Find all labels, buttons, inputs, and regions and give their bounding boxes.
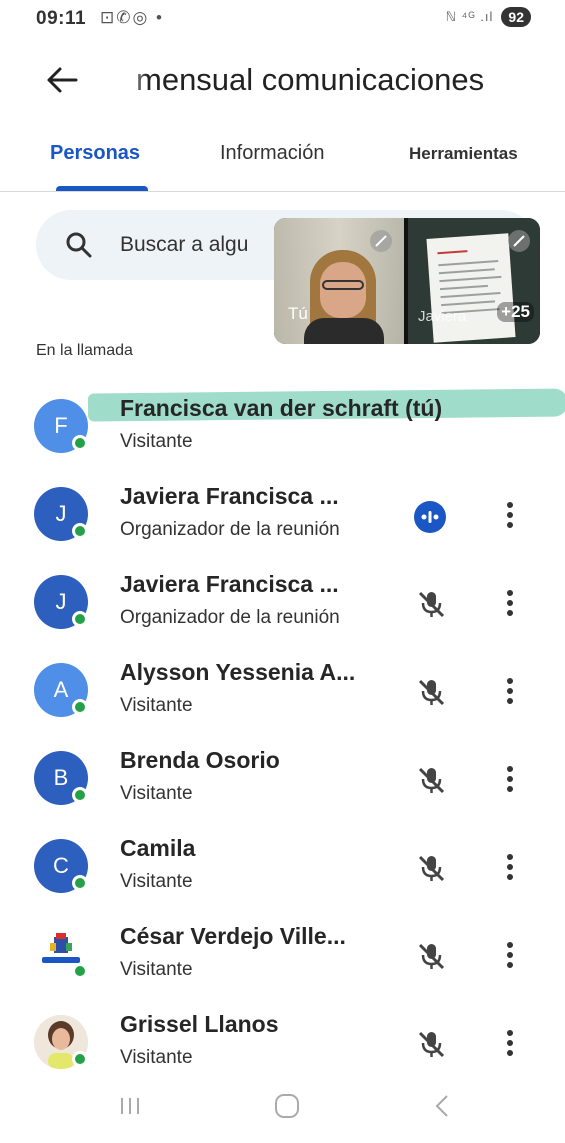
- tab-personas[interactable]: Personas: [50, 142, 140, 165]
- participant-name: Grissel Llanos: [120, 1011, 279, 1037]
- online-status-dot: [72, 435, 88, 451]
- battery-icon: 92: [501, 7, 531, 27]
- muted-mic-icon: [414, 587, 448, 621]
- system-nav-bar: [0, 1076, 565, 1143]
- app-header: mensual comunicaciones: [0, 50, 565, 110]
- active-tab-indicator: [56, 186, 148, 191]
- participant-role: Visitante: [120, 959, 193, 980]
- participant-shirt: [304, 318, 384, 344]
- speaking-indicator-icon: [414, 501, 446, 533]
- self-tile-label: Tú: [288, 304, 308, 323]
- back-arrow-icon[interactable]: [40, 60, 84, 100]
- more-participants-count: +25: [497, 302, 534, 322]
- participant-row[interactable]: J Javiera Francisca ... Organizador de l…: [0, 473, 565, 561]
- participant-role: Visitante: [120, 1047, 193, 1068]
- search-icon: [64, 230, 94, 260]
- more-options-icon[interactable]: [498, 495, 522, 535]
- more-options-icon[interactable]: [498, 1023, 522, 1063]
- participant-name: Brenda Osorio: [120, 747, 280, 773]
- participant-name: Francisca van der schraft (tú): [120, 395, 443, 421]
- video-preview[interactable]: Tú Javiera +25: [274, 218, 540, 344]
- participant-role: Organizador de la reunión: [120, 607, 340, 628]
- more-options-icon[interactable]: [498, 759, 522, 799]
- online-status-dot: [72, 787, 88, 803]
- participant-name: Camila: [120, 835, 196, 861]
- more-options-icon[interactable]: [498, 671, 522, 711]
- participant-name: Javiera Francisca ...: [120, 571, 339, 597]
- self-video-tile[interactable]: Tú: [274, 218, 404, 344]
- more-options-icon[interactable]: [498, 935, 522, 975]
- participant-role: Visitante: [120, 695, 193, 716]
- participant-role: Visitante: [120, 431, 193, 452]
- status-right: ℕ ⁴ᴳ .ıl 92: [446, 7, 531, 27]
- online-status-dot: [72, 523, 88, 539]
- participant-role: Visitante: [120, 871, 193, 892]
- status-bar: 09:11 ⊡✆◎ • ℕ ⁴ᴳ .ıl 92: [0, 0, 565, 36]
- meeting-title: mensual comunicaciones: [136, 62, 485, 97]
- participant-name: César Verdejo Ville...: [120, 923, 346, 949]
- search-input[interactable]: [120, 228, 280, 262]
- notification-icons: ⊡✆◎ •: [100, 8, 164, 27]
- muted-mic-icon: [414, 675, 448, 709]
- participant-glasses: [322, 280, 364, 290]
- online-status-dot: [72, 699, 88, 715]
- online-status-dot: [72, 1051, 88, 1067]
- recent-apps-icon[interactable]: [118, 1094, 142, 1118]
- nav-back-icon[interactable]: [432, 1092, 452, 1120]
- participant-name: Alysson Yessenia A...: [120, 659, 356, 685]
- muted-mic-icon: [414, 939, 448, 973]
- tab-informacion[interactable]: Información: [220, 142, 325, 165]
- muted-mic-icon: [414, 851, 448, 885]
- participant-row[interactable]: C Camila Visitante: [0, 825, 565, 913]
- shared-document-image: [426, 233, 516, 343]
- title-fade: [104, 50, 148, 110]
- home-icon[interactable]: [273, 1092, 301, 1120]
- muted-mic-icon: [370, 230, 392, 252]
- more-options-icon[interactable]: [498, 583, 522, 623]
- participant-role: Organizador de la reunión: [120, 519, 340, 540]
- other-tile-label: Javiera: [418, 308, 467, 325]
- status-time: 09:11: [36, 8, 87, 29]
- section-label-in-call: En la llamada: [36, 342, 133, 359]
- participant-row[interactable]: César Verdejo Ville... Visitante: [0, 913, 565, 1001]
- participant-row[interactable]: F Francisca van der schraft (tú) Visitan…: [0, 385, 565, 473]
- online-status-dot: [72, 875, 88, 891]
- tab-herramientas[interactable]: Herramientas: [409, 144, 518, 164]
- more-options-icon[interactable]: [498, 847, 522, 887]
- participant-row[interactable]: B Brenda Osorio Visitante: [0, 737, 565, 825]
- participant-face: [320, 262, 366, 318]
- muted-mic-icon: [414, 1027, 448, 1061]
- online-status-dot: [72, 611, 88, 627]
- muted-mic-icon: [508, 230, 530, 252]
- signal-icon: ℕ ⁴ᴳ .ıl: [445, 9, 494, 24]
- participant-row[interactable]: A Alysson Yessenia A... Visitante: [0, 649, 565, 737]
- muted-mic-icon: [414, 763, 448, 797]
- participant-role: Visitante: [120, 783, 193, 804]
- online-status-dot: [72, 963, 88, 979]
- participant-name: Javiera Francisca ...: [120, 483, 339, 509]
- participant-row[interactable]: J Javiera Francisca ... Organizador de l…: [0, 561, 565, 649]
- tab-bar: Personas Información Herramientas: [0, 130, 565, 192]
- other-video-tile[interactable]: Javiera +25: [408, 218, 540, 344]
